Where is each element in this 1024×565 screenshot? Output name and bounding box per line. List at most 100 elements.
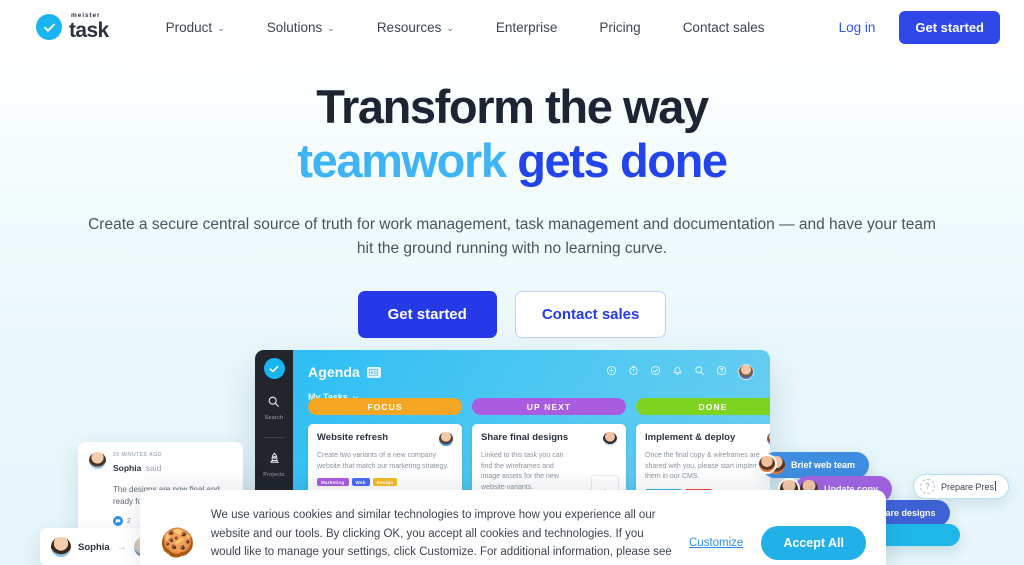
task-card-body: Linked to this task you can find the wir… bbox=[481, 452, 564, 491]
chevron-down-icon: ⌄ bbox=[446, 22, 454, 33]
nav-item-solutions[interactable]: Solutions ⌄ bbox=[246, 20, 356, 35]
comment-header: 20 MINUTES AGO Sophia said bbox=[89, 452, 232, 476]
accept-all-button[interactable]: Accept All bbox=[761, 526, 866, 561]
landing-page: meister task Product ⌄ Solutions ⌄ Resou… bbox=[0, 0, 1024, 565]
task-card-title: Share final designs bbox=[481, 432, 569, 443]
customize-link[interactable]: Customize bbox=[689, 537, 743, 549]
nav-item-product[interactable]: Product ⌄ bbox=[145, 20, 246, 35]
avatar bbox=[603, 432, 617, 446]
comment-timestamp: 20 MINUTES AGO bbox=[113, 452, 163, 458]
text-cursor bbox=[995, 481, 997, 491]
cookie-icon: 🍪 bbox=[160, 527, 195, 559]
plus-circle-icon[interactable] bbox=[606, 363, 617, 381]
search-icon bbox=[267, 395, 280, 413]
nav-label: Enterprise bbox=[495, 19, 558, 35]
headline-word-getsdone: gets done bbox=[517, 133, 728, 187]
hero-section: Transform the way teamwork gets done Cre… bbox=[0, 54, 1024, 338]
comment-meta: 20 MINUTES AGO Sophia said bbox=[113, 452, 162, 476]
task-card-title: Website refresh bbox=[317, 432, 389, 443]
pill-label: Brief web team bbox=[791, 460, 856, 470]
logo-wordmark: meister task bbox=[69, 12, 109, 43]
help-circle-icon[interactable] bbox=[716, 363, 727, 381]
avatar bbox=[439, 432, 453, 446]
column-header-focus: FOCUS bbox=[308, 398, 462, 415]
check-circle-icon[interactable] bbox=[650, 363, 661, 381]
pill-label: Prepare Pres bbox=[941, 481, 997, 492]
sidebar-label-projects: Projects bbox=[263, 472, 285, 478]
nav-label: Product bbox=[165, 19, 213, 35]
cookie-banner-text: We use various cookies and similar techn… bbox=[211, 506, 673, 565]
nav-item-pricing[interactable]: Pricing bbox=[578, 20, 661, 35]
arrow-right-icon: → bbox=[116, 541, 127, 553]
cookie-text-body: We use various cookies and similar techn… bbox=[210, 509, 672, 565]
logo-meistertask[interactable]: meister task bbox=[36, 12, 109, 43]
app-title-agenda: Agenda bbox=[308, 364, 360, 380]
nav-item-resources[interactable]: Resources ⌄ bbox=[356, 20, 475, 35]
headline-line-1: Transform the way bbox=[316, 80, 709, 133]
app-logo-icon bbox=[263, 358, 285, 379]
comment-verb-text: said bbox=[145, 463, 162, 473]
task-card-body: Create two variants of a new company web… bbox=[317, 452, 449, 470]
task-card-head: Implement & deploy bbox=[645, 432, 770, 446]
nav-label: Pricing bbox=[599, 19, 641, 35]
chevron-down-icon: ⌄ bbox=[327, 22, 335, 33]
task-card-title: Implement & deploy bbox=[645, 432, 736, 443]
page-title: Transform the way teamwork gets done bbox=[0, 82, 1024, 186]
comment-icon bbox=[113, 516, 123, 526]
avatar bbox=[51, 537, 71, 557]
contact-sales-button-hero[interactable]: Contact sales bbox=[514, 290, 667, 338]
comment-count: 2 bbox=[127, 517, 131, 525]
main-navigation: Product ⌄ Solutions ⌄ Resources ⌄ Enterp… bbox=[145, 20, 786, 35]
comment-verb: said bbox=[146, 463, 162, 473]
avatar bbox=[89, 452, 106, 469]
site-header: meister task Product ⌄ Solutions ⌄ Resou… bbox=[0, 0, 1024, 54]
question-avatar-icon: ? bbox=[920, 479, 935, 494]
avatar-overlay-left bbox=[757, 454, 777, 474]
tag: Design bbox=[372, 478, 398, 486]
nav-label: Contact sales bbox=[682, 19, 765, 35]
app-topbar: Agenda bbox=[293, 350, 770, 384]
nav-item-enterprise[interactable]: Enterprise bbox=[475, 20, 579, 35]
task-card-tags: Marketing Web Design bbox=[317, 478, 453, 486]
chevron-down-icon: ⌄ bbox=[217, 22, 225, 33]
task-card[interactable]: Website refresh Create two variants of a… bbox=[308, 424, 462, 495]
login-link[interactable]: Log in bbox=[833, 16, 882, 39]
sidebar-label-search: Search bbox=[264, 415, 284, 421]
tag: Web bbox=[351, 478, 370, 486]
sidebar-item-search[interactable]: Search bbox=[265, 395, 284, 421]
sidebar-item-projects[interactable]: Projects bbox=[263, 452, 285, 478]
cookie-consent-banner: 🍪 We use various cookies and similar tec… bbox=[140, 490, 886, 565]
logo-task-text: task bbox=[69, 19, 109, 43]
nav-label: Resources bbox=[376, 19, 442, 35]
get-started-button-hero[interactable]: Get started bbox=[357, 290, 497, 338]
comment-author: Sophia bbox=[113, 463, 142, 473]
agenda-badge-icon bbox=[366, 366, 381, 378]
task-card-head: Website refresh bbox=[317, 432, 453, 446]
app-topbar-icons bbox=[606, 363, 758, 381]
sidebar-divider bbox=[263, 437, 285, 438]
search-icon[interactable] bbox=[694, 363, 705, 381]
column-header-done: DONE bbox=[636, 398, 770, 415]
headline-line-2: teamwork gets done bbox=[0, 133, 1024, 187]
nav-label: Solutions bbox=[266, 19, 323, 35]
timer-icon[interactable] bbox=[628, 363, 639, 381]
nav-item-contact-sales[interactable]: Contact sales bbox=[662, 20, 786, 35]
headline-word-teamwork: teamwork bbox=[297, 133, 507, 187]
get-started-button-header[interactable]: Get started bbox=[899, 10, 1000, 44]
floating-pill-prepare-presentation[interactable]: ? Prepare Pres bbox=[913, 474, 1010, 499]
task-card-body: Once the final copy & wireframes are sha… bbox=[645, 452, 770, 480]
hero-cta-row: Get started Contact sales bbox=[0, 290, 1024, 338]
bell-icon[interactable] bbox=[672, 363, 683, 381]
prepare-label-text: Prepare Pres bbox=[941, 482, 995, 492]
tag: Marketing bbox=[317, 478, 349, 486]
hero-subtitle: Create a secure central source of truth … bbox=[88, 215, 936, 257]
assignee-name: Sophia bbox=[78, 541, 110, 553]
avatar bbox=[767, 432, 770, 446]
floating-pill-brief-web-team[interactable]: Brief web team bbox=[762, 452, 870, 478]
header-actions: Log in Get started bbox=[833, 10, 1000, 44]
avatar[interactable] bbox=[738, 364, 754, 380]
check-circle-icon bbox=[36, 14, 62, 40]
rocket-icon bbox=[268, 452, 281, 470]
cookie-banner-actions: Customize Accept All bbox=[689, 526, 866, 561]
column-header-up-next: UP NEXT bbox=[472, 398, 626, 415]
